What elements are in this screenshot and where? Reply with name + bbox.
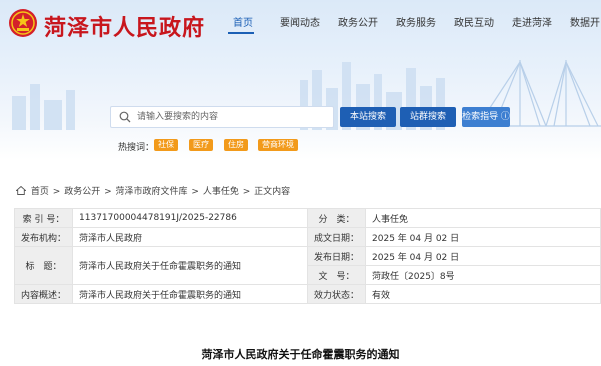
breadcrumb-home[interactable]: 首页 (31, 187, 49, 197)
index-number-label: 索 引 号： (13, 208, 74, 228)
hot-tag-housing[interactable]: 住房 (224, 139, 248, 151)
created-date-label: 成文日期： (307, 227, 367, 247)
created-date-value: 2025 年 04 月 02 日 (365, 227, 601, 247)
search-box (110, 106, 334, 128)
publisher-label: 发布机构： (13, 227, 74, 247)
validity-status-value: 有效 (365, 284, 601, 304)
nav-item-home[interactable]: 首页 (233, 14, 253, 29)
category-value: 人事任免 (365, 208, 601, 228)
cluster-search-button[interactable]: 站群搜索 (400, 107, 456, 127)
nav-item-open-data[interactable]: 数据开 (570, 14, 600, 29)
nav-active-underline (228, 32, 254, 34)
breadcrumb-separator: > (191, 187, 199, 197)
national-emblem-logo[interactable] (8, 8, 38, 38)
site-search-button[interactable]: 本站搜索 (340, 107, 396, 127)
title-value: 菏泽市人民政府关于任命霍震职务的通知 (72, 246, 309, 285)
published-date-value: 2025 年 04 月 02 日 (365, 246, 601, 266)
breadcrumb: 首页 > 政务公开 > 菏泽市政府文件库 > 人事任免 > 正文内容 (16, 184, 291, 197)
summary-value: 菏泽市人民政府关于任命霍震职务的通知 (72, 284, 309, 304)
breadcrumb-separator: > (242, 187, 251, 197)
hot-words-label: 热搜词： (118, 143, 155, 153)
article-title: 菏泽市人民政府关于任命霍震职务的通知 (201, 348, 400, 361)
nav-item-gov-service[interactable]: 政务服务 (396, 14, 436, 29)
document-info-table: 索 引 号： 11371700004478191J/2025-22786 分 类… (13, 208, 601, 304)
breadcrumb-appointments[interactable]: 人事任免 (203, 187, 239, 197)
hot-tag-social-security[interactable]: 社保 (154, 139, 178, 151)
breadcrumb-separator: > (104, 187, 112, 197)
category-label: 分 类： (307, 208, 367, 228)
publisher-value: 菏泽市人民政府 (72, 227, 309, 247)
search-input[interactable] (137, 109, 331, 125)
breadcrumb-separator: > (52, 187, 61, 197)
doc-number-label: 文 号： (307, 265, 367, 285)
nav-item-interaction[interactable]: 政民互动 (454, 14, 494, 29)
nav-item-gov-open[interactable]: 政务公开 (338, 14, 378, 29)
search-guide-button[interactable]: 检索指导 ⓘ (462, 107, 510, 127)
breadcrumb-current: 正文内容 (254, 187, 291, 197)
header-banner: 菏泽市人民政府 首页 要闻动态 政务公开 政务服务 政民互动 走进菏泽 数据开 … (0, 0, 601, 160)
search-icon (119, 111, 131, 123)
published-date-label: 发布日期： (307, 246, 367, 266)
nav-item-news[interactable]: 要闻动态 (280, 14, 320, 29)
summary-label: 内容概述： (13, 284, 74, 304)
title-label: 标 题： (13, 246, 74, 285)
breadcrumb-doc-library[interactable]: 菏泽市政府文件库 (116, 187, 188, 197)
breadcrumb-gov-open[interactable]: 政务公开 (64, 187, 100, 197)
index-number-value: 11371700004478191J/2025-22786 (72, 208, 309, 228)
doc-number-value: 菏政任〔2025〕8号 (365, 265, 601, 285)
hot-tag-business-env[interactable]: 营商环境 (258, 139, 298, 151)
nav-item-about-heze[interactable]: 走进菏泽 (512, 14, 552, 29)
home-icon (16, 186, 26, 195)
hot-tag-medical[interactable]: 医疗 (189, 139, 213, 151)
validity-status-label: 效力状态： (307, 284, 367, 304)
site-title[interactable]: 菏泽市人民政府 (44, 10, 205, 42)
